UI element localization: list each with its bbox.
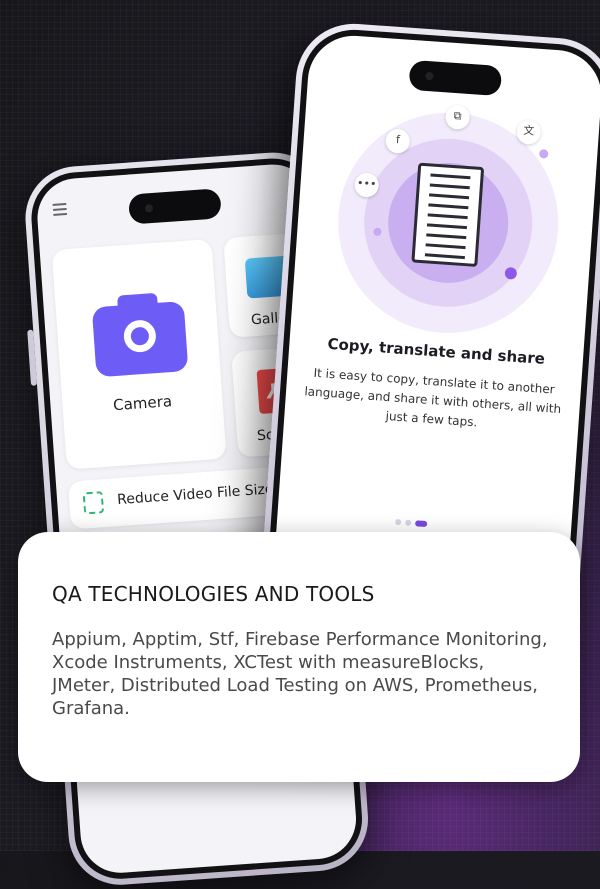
- info-card-body: Appium, Apptim, Stf, Firebase Performanc…: [52, 629, 548, 719]
- onboarding-description: It is easy to copy, translate it to anot…: [304, 365, 562, 430]
- camera-card[interactable]: Camera: [51, 238, 227, 470]
- reduce-video-label: Reduce Video File Size: [116, 481, 274, 509]
- menu-icon[interactable]: [52, 202, 68, 219]
- dynamic-island: [408, 59, 503, 97]
- dynamic-island: [127, 188, 222, 225]
- compress-icon: [82, 491, 105, 515]
- info-card-title: QA TECHNOLOGIES AND TOOLS: [52, 582, 375, 606]
- document-icon: [411, 162, 485, 267]
- translate-icon: 文: [515, 119, 542, 146]
- info-card: QA TECHNOLOGIES AND TOOLS Appium, Apptim…: [18, 532, 580, 782]
- camera-icon: [91, 301, 189, 378]
- page-indicator: [395, 510, 432, 528]
- onboarding-illustration: ⧉ 文 f •••: [330, 104, 566, 341]
- camera-label: Camera: [112, 392, 173, 415]
